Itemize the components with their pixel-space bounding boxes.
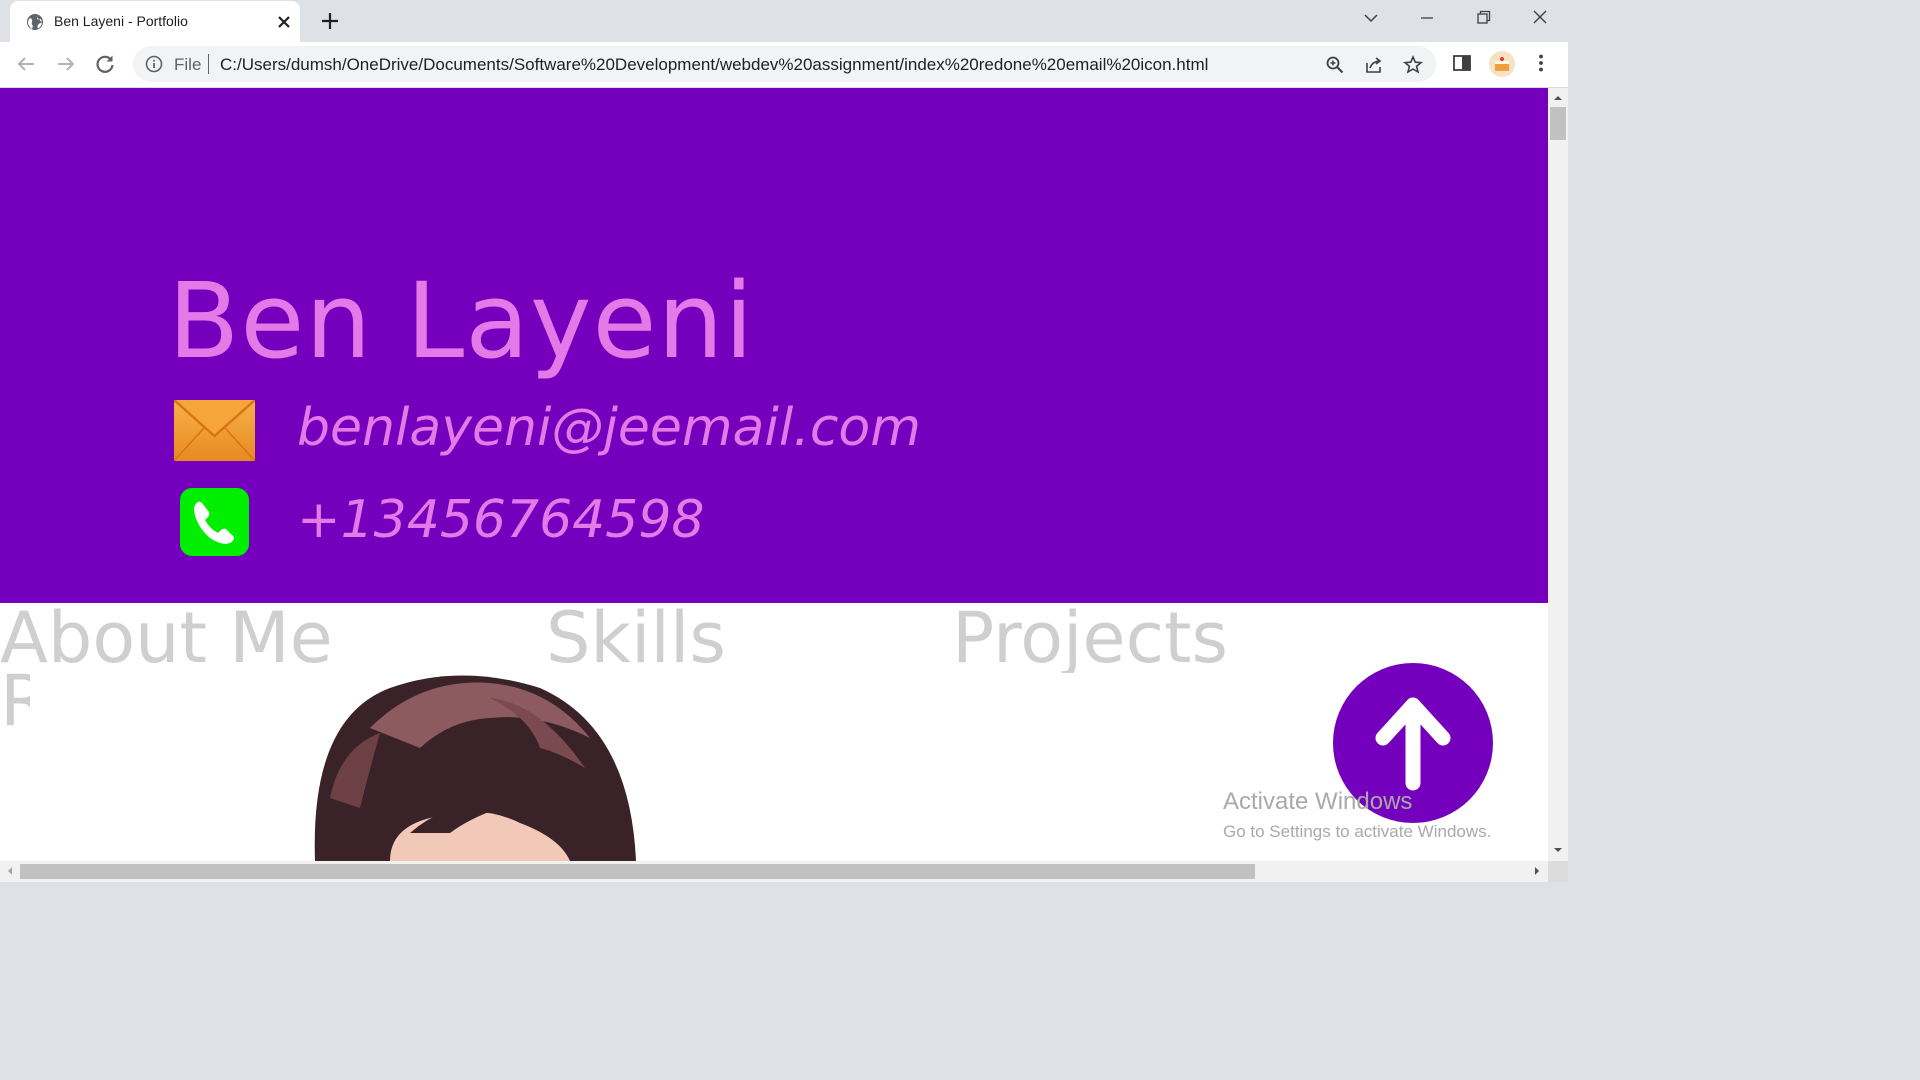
hero-section: Ben Layeni benlayeni@jeemail.com +134567… — [0, 88, 1548, 603]
browser-toolbar: File C:/Users/dumsh/OneDrive/Documents/S… — [0, 42, 1568, 88]
nav-projects[interactable]: Projects — [952, 603, 1228, 673]
scroll-up-arrow-icon[interactable] — [1552, 92, 1564, 104]
tab-strip: Ben Layeni - Portfolio — [0, 0, 1568, 42]
nav-links: About Me Skills Projects — [0, 603, 1548, 673]
scrollbar-corner — [1548, 861, 1568, 882]
scroll-right-arrow-icon[interactable] — [1531, 865, 1543, 877]
vertical-scrollbar[interactable] — [1548, 88, 1568, 861]
horizontal-scroll-thumb[interactable] — [20, 864, 1255, 879]
minimize-icon[interactable] — [1412, 6, 1442, 30]
scroll-down-arrow-icon[interactable] — [1552, 844, 1564, 856]
bookmark-star-icon[interactable] — [1403, 55, 1423, 75]
page-viewport: Ben Layeni benlayeni@jeemail.com +134567… — [0, 88, 1548, 861]
profile-illustration — [300, 658, 660, 861]
browser-tab[interactable]: Ben Layeni - Portfolio — [10, 1, 300, 42]
phone-number[interactable]: +13456764598 — [297, 490, 705, 550]
activate-windows-watermark: Activate Windows Go to Settings to activ… — [1223, 788, 1491, 842]
close-tab-icon[interactable] — [274, 12, 294, 32]
forward-icon[interactable] — [54, 52, 78, 76]
tab-search-icon[interactable] — [1356, 6, 1386, 30]
address-divider — [208, 54, 209, 74]
globe-icon — [27, 14, 43, 30]
vertical-scroll-thumb[interactable] — [1550, 107, 1566, 140]
restore-icon[interactable] — [1468, 6, 1498, 30]
address-url[interactable]: C:/Users/dumsh/OneDrive/Documents/Softwa… — [220, 55, 1208, 75]
scroll-left-arrow-icon[interactable] — [4, 865, 16, 877]
side-panel-icon[interactable] — [1451, 52, 1473, 74]
site-info-icon[interactable] — [145, 55, 163, 73]
tab-title: Ben Layeni - Portfolio — [54, 13, 188, 29]
address-scheme: File — [174, 55, 202, 74]
zoom-icon[interactable] — [1325, 55, 1345, 75]
back-icon[interactable] — [14, 52, 38, 76]
new-tab-icon[interactable] — [318, 9, 342, 33]
phone-icon[interactable] — [180, 488, 249, 556]
nav-wrapped-clip: R — [0, 661, 30, 751]
hero-name: Ben Layeni — [168, 260, 755, 382]
profile-cake-icon — [1495, 57, 1509, 71]
close-window-icon[interactable] — [1525, 6, 1555, 30]
watermark-subtitle: Go to Settings to activate Windows. — [1223, 822, 1492, 841]
menu-kebab-icon[interactable] — [1530, 52, 1552, 74]
nav-wrapped-item[interactable]: R — [0, 666, 30, 736]
cartoon-avatar-icon — [314, 675, 636, 861]
share-icon[interactable] — [1364, 55, 1384, 75]
email-link[interactable]: benlayeni@jeemail.com — [297, 398, 921, 458]
watermark-title: Activate Windows — [1223, 788, 1413, 815]
envelope-icon[interactable] — [174, 400, 255, 461]
address-bar[interactable]: File C:/Users/dumsh/OneDrive/Documents/S… — [133, 46, 1436, 82]
nav-about-me[interactable]: About Me — [0, 603, 333, 673]
reload-icon[interactable] — [93, 52, 117, 76]
profile-avatar[interactable] — [1489, 51, 1515, 77]
